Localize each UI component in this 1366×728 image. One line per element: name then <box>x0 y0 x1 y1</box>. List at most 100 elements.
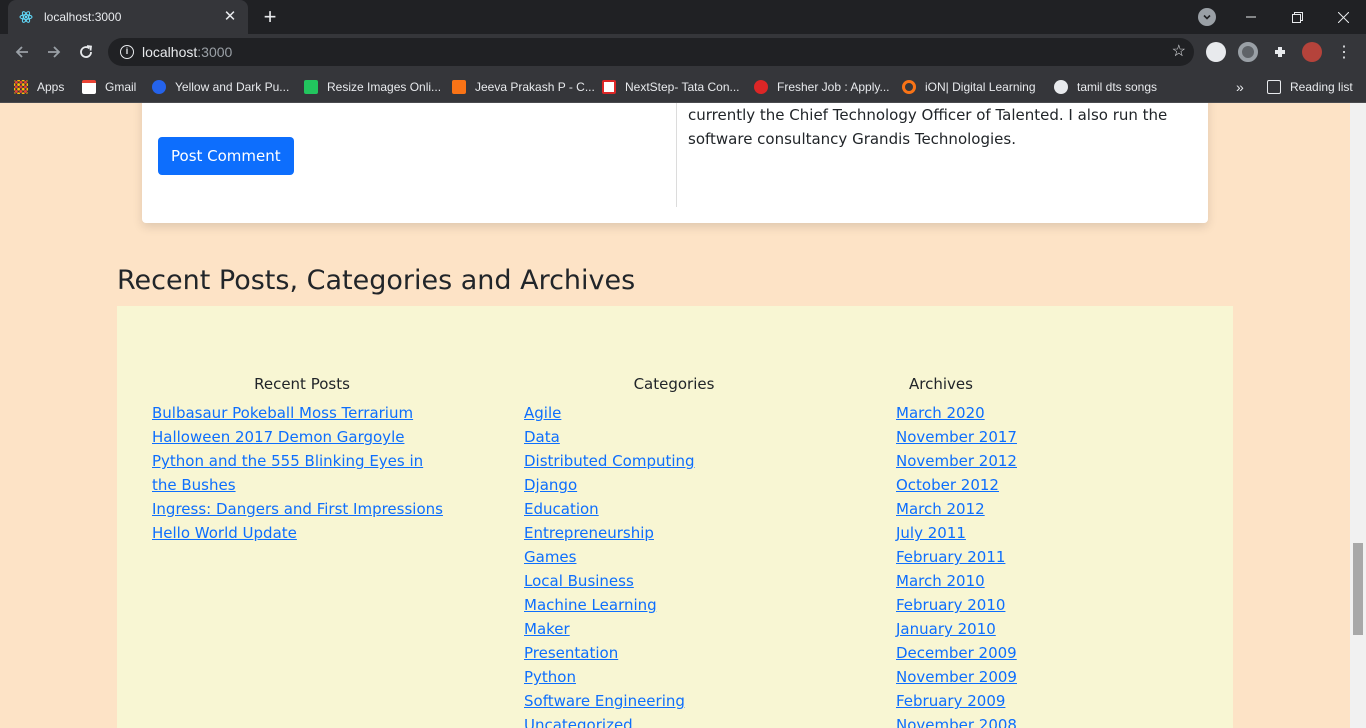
list-item: Machine Learning <box>524 593 824 617</box>
category-link[interactable]: Education <box>524 500 599 518</box>
category-link[interactable]: Agile <box>524 404 561 422</box>
recent-post-link[interactable]: Bulbasaur Pokeball Moss Terrarium <box>152 404 413 422</box>
bookmark-resize-images[interactable]: Resize Images Onli... <box>304 78 441 96</box>
site-info-icon[interactable]: i <box>120 45 134 59</box>
recent-post-link[interactable]: Ingress: Dangers and First Impressions <box>152 500 443 518</box>
active-tab[interactable]: localhost:3000 ✕ <box>8 0 248 34</box>
bookmark-label: Apps <box>37 80 65 94</box>
archives-heading: Archives <box>909 375 973 393</box>
archive-link[interactable]: July 2011 <box>896 524 966 542</box>
category-link[interactable]: Django <box>524 476 577 494</box>
bookmarks-bar: Apps Gmail Yellow and Dark Pu... Resize … <box>0 70 1366 103</box>
sidebar-panel: Recent Posts Bulbasaur Pokeball Moss Ter… <box>117 306 1233 728</box>
category-link[interactable]: Distributed Computing <box>524 452 695 470</box>
section-title: Recent Posts, Categories and Archives <box>117 265 636 296</box>
archive-link[interactable]: November 2009 <box>896 668 1017 686</box>
category-link[interactable]: Machine Learning <box>524 596 657 614</box>
recent-post-link[interactable]: Python and the 555 Blinking Eyes in the … <box>152 452 423 494</box>
restore-window-icon[interactable] <box>1274 0 1320 34</box>
category-link[interactable]: Local Business <box>524 572 634 590</box>
list-item: March 2012 <box>896 497 1196 521</box>
list-item: March 2020 <box>896 401 1196 425</box>
more-bookmarks-icon[interactable]: » <box>1236 78 1244 96</box>
archive-link[interactable]: March 2012 <box>896 500 985 518</box>
bookmark-canva[interactable]: Yellow and Dark Pu... <box>152 78 289 96</box>
extension-record-icon[interactable] <box>1238 42 1258 62</box>
back-arrow-icon[interactable] <box>10 40 34 64</box>
minimize-window-icon[interactable] <box>1228 0 1274 34</box>
list-item: Ingress: Dangers and First Impressions <box>152 497 452 521</box>
bookmark-gmail[interactable]: Gmail <box>82 78 136 96</box>
category-link[interactable]: Software Engineering <box>524 692 685 710</box>
category-link[interactable]: Maker <box>524 620 570 638</box>
extensions-puzzle-icon[interactable] <box>1268 40 1292 64</box>
reload-icon[interactable] <box>74 40 98 64</box>
list-item: February 2010 <box>896 593 1196 617</box>
tab-search-icon[interactable] <box>1198 8 1216 26</box>
list-item: Entrepreneurship <box>524 521 824 545</box>
profile-avatar-icon[interactable] <box>1302 42 1322 62</box>
archives-list: March 2020 November 2017 November 2012 Octo… <box>896 401 1196 728</box>
tab-title: localhost:3000 <box>44 10 122 24</box>
category-link[interactable]: Presentation <box>524 644 618 662</box>
scrollbar-thumb[interactable] <box>1353 543 1363 635</box>
list-item: November 2008 <box>896 713 1196 728</box>
archive-link[interactable]: November 2008 <box>896 716 1017 728</box>
page-scrollbar[interactable] <box>1350 103 1366 728</box>
bookmark-apps[interactable]: Apps <box>14 78 64 96</box>
list-item: November 2017 <box>896 425 1196 449</box>
list-item: November 2009 <box>896 665 1196 689</box>
browser-menu-icon[interactable]: ⋮ <box>1332 40 1356 64</box>
bookmark-label: iON| Digital Learning <box>925 80 1036 94</box>
gmail-icon <box>82 80 96 94</box>
archive-link[interactable]: December 2009 <box>896 644 1017 662</box>
category-link[interactable]: Data <box>524 428 560 446</box>
tcs-icon <box>602 80 616 94</box>
archive-link[interactable]: February 2011 <box>896 548 1005 566</box>
archive-link[interactable]: March 2020 <box>896 404 985 422</box>
bookmark-tamil-songs[interactable]: tamil dts songs <box>1054 78 1157 96</box>
extension-globe-icon[interactable] <box>1206 42 1226 62</box>
bookmark-label: Resize Images Onli... <box>327 80 442 94</box>
category-link[interactable]: Entrepreneurship <box>524 524 654 542</box>
archive-link[interactable]: March 2010 <box>896 572 985 590</box>
recent-post-link[interactable]: Halloween 2017 Demon Gargoyle <box>152 428 404 446</box>
category-link[interactable]: Games <box>524 548 576 566</box>
list-item: Bulbasaur Pokeball Moss Terrarium <box>152 401 452 425</box>
archive-link[interactable]: February 2009 <box>896 692 1005 710</box>
archive-link[interactable]: February 2010 <box>896 596 1005 614</box>
reading-list-button[interactable]: Reading list <box>1267 78 1353 96</box>
bookmark-ion[interactable]: iON| Digital Learning <box>902 78 1036 96</box>
recent-posts-column: Recent Posts Bulbasaur Pokeball Moss Ter… <box>152 372 452 545</box>
bookmark-fresher-job[interactable]: Fresher Job : Apply... <box>754 78 890 96</box>
browser-toolbar: i localhost:3000 ☆ ⋮ <box>0 34 1366 70</box>
recent-post-link[interactable]: Hello World Update <box>152 524 297 542</box>
comment-card: Post Comment currently the Chief Technol… <box>142 103 1208 223</box>
bookmark-label: tamil dts songs <box>1077 80 1158 94</box>
archive-link[interactable]: November 2012 <box>896 452 1017 470</box>
author-bio: currently the Chief Technology Officer o… <box>688 106 1168 148</box>
forward-arrow-icon[interactable] <box>42 40 66 64</box>
archive-link[interactable]: November 2017 <box>896 428 1017 446</box>
card-divider <box>676 103 677 207</box>
list-item: December 2009 <box>896 641 1196 665</box>
new-tab-button[interactable]: + <box>258 6 282 30</box>
job-icon <box>754 80 768 94</box>
archive-link[interactable]: October 2012 <box>896 476 999 494</box>
apps-grid-icon <box>14 80 28 94</box>
address-bar[interactable]: i localhost:3000 ☆ <box>108 38 1194 66</box>
ion-icon <box>902 80 916 94</box>
archive-link[interactable]: January 2010 <box>896 620 996 638</box>
bookmark-star-icon[interactable]: ☆ <box>1172 43 1186 61</box>
url-port: :3000 <box>197 44 233 60</box>
list-item: Python and the 555 Blinking Eyes in the … <box>152 449 452 497</box>
bookmark-nextstep[interactable]: NextStep- Tata Con... <box>602 78 740 96</box>
react-icon <box>18 9 34 25</box>
close-window-icon[interactable] <box>1320 0 1366 34</box>
url-host: localhost <box>142 44 198 60</box>
category-link[interactable]: Python <box>524 668 576 686</box>
category-link[interactable]: Uncategorized <box>524 716 633 728</box>
bookmark-jeeva[interactable]: Jeeva Prakash P - C... <box>452 78 595 96</box>
post-comment-button[interactable]: Post Comment <box>158 137 294 175</box>
close-tab-icon[interactable]: ✕ <box>222 9 238 25</box>
